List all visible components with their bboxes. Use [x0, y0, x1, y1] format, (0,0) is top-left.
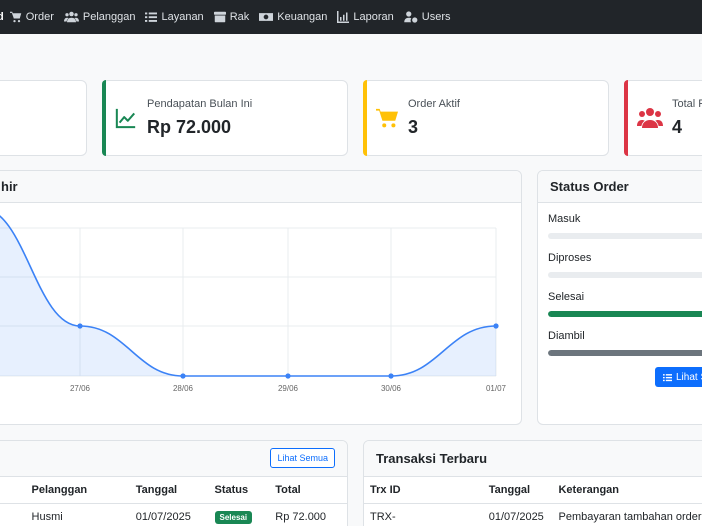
list-icon: [145, 11, 158, 23]
status-label: Diambil: [548, 330, 585, 342]
status-order-panel: Status Order Masuk Diproses Selesai Diambil…: [537, 170, 702, 425]
cell-tanggal: 01/07/2025: [488, 510, 544, 523]
revenue-line-chart: 27/06 28/06 29/06 30/06 01/07: [0, 215, 507, 393]
nav-item-label: Pelanggan: [82, 11, 136, 23]
nav-item-laporan[interactable]: Laporan: [337, 11, 394, 23]
x-tick-label: 01/07: [486, 384, 507, 393]
data-point[interactable]: [180, 373, 186, 379]
status-progress-fill: [548, 311, 702, 317]
button-label: Lihat Se: [676, 371, 702, 383]
col-status: Status: [208, 477, 270, 504]
data-point[interactable]: [388, 373, 394, 379]
stat-card-order-aktif: Order Aktif 3: [363, 80, 609, 156]
status-label: Masuk: [548, 213, 581, 225]
x-tick-label: 29/06: [278, 384, 299, 393]
table-row[interactable]: TRX- 01/07/2025 Pembayaran tambahan orde…: [364, 503, 702, 526]
col-pelanggan: Pelanggan: [25, 477, 130, 504]
cart-icon: [376, 108, 398, 128]
panel-header: hir: [0, 171, 521, 203]
data-point[interactable]: [285, 373, 291, 379]
cell-tanggal: 01/07/2025: [135, 510, 191, 523]
transactions-table: Trx ID Tanggal Keterangan TRX- 01/07/202…: [364, 477, 702, 526]
stat-label: Total P: [672, 98, 702, 110]
nav-item-order[interactable]: Order: [9, 11, 54, 23]
revenue-chart-panel: hir 27/06 28/06 29/06 30/06 01/07: [0, 170, 522, 425]
status-progress: [548, 350, 702, 356]
stat-value: 3: [408, 117, 419, 137]
stat-label: Pendapatan Bulan Ini: [147, 98, 253, 110]
cart-icon: [9, 11, 22, 23]
nav-item-keuangan[interactable]: Keuangan: [259, 11, 327, 23]
col-tanggal: Tanggal: [129, 477, 209, 504]
table-row[interactable]: Husmi 01/07/2025 Selesai Rp 72.000: [0, 503, 347, 526]
lihat-semua-orders-button[interactable]: Lihat Semua: [270, 448, 335, 468]
status-progress: [548, 311, 702, 317]
status-badge: Selesai: [214, 510, 253, 524]
nav-item-label: Order: [25, 11, 54, 23]
nav-item-pelanggan[interactable]: Pelanggan: [63, 11, 136, 23]
nav-item-label: Keuangan: [277, 11, 328, 23]
status-progress: [548, 272, 702, 278]
x-tick-label: 27/06: [70, 384, 91, 393]
nav-item-rak[interactable]: Rak: [213, 11, 250, 23]
stat-value: 4: [672, 117, 683, 137]
area-fill: [0, 216, 496, 376]
status-row-diproses: Diproses: [548, 252, 702, 278]
money-icon: [259, 11, 274, 23]
nav-item-label: Layanan: [161, 11, 204, 23]
orders-table: Pelanggan Tanggal Status Total Husmi 01/…: [0, 477, 347, 526]
data-point[interactable]: [493, 323, 499, 329]
chart-line-icon: [115, 108, 136, 129]
cell-total: Rp 72.000: [275, 510, 327, 523]
col-total: Total: [269, 477, 347, 504]
col-keterangan: Keterangan: [552, 477, 702, 504]
recent-transactions-panel: Transaksi Terbaru Trx ID Tanggal Keteran…: [363, 440, 702, 526]
stat-card-total-order: [0, 80, 87, 156]
nav-item-users[interactable]: Users: [404, 11, 451, 23]
x-tick-label: 30/06: [381, 384, 402, 393]
recent-orders-panel: Lihat Semua Pelanggan Tanggal Status Tot…: [0, 440, 348, 526]
chart-icon: [337, 11, 350, 23]
stat-accent: [624, 80, 628, 156]
lihat-semua-status-button[interactable]: Lihat Se: [655, 367, 702, 387]
stat-accent: [363, 80, 367, 156]
status-row-selesai: Selesai: [548, 291, 702, 317]
cell-trx-id: TRX-: [370, 510, 396, 523]
cell-keterangan: Pembayaran tambahan order #: [558, 510, 702, 523]
stat-label: Order Aktif: [408, 98, 460, 110]
stat-card-pendapatan: Pendapatan Bulan Ini Rp 72.000: [102, 80, 348, 156]
col-tanggal: Tanggal: [482, 477, 553, 504]
x-tick-label: 28/06: [173, 384, 194, 393]
status-row-diambil: Diambil: [548, 330, 702, 356]
chart-title: hir: [1, 179, 18, 194]
status-row-masuk: Masuk: [548, 213, 702, 239]
transactions-title: Transaksi Terbaru: [376, 451, 488, 466]
status-progress: [548, 233, 702, 239]
nav-item-label: Users: [421, 11, 451, 23]
panel-header: Transaksi Terbaru: [364, 441, 702, 477]
data-point[interactable]: [77, 323, 83, 329]
status-progress-fill: [548, 350, 702, 356]
status-order-title: Status Order: [550, 179, 629, 194]
users-icon: [63, 11, 79, 23]
status-label: Diproses: [548, 252, 592, 264]
nav-item-label: Laporan: [353, 11, 394, 23]
user-gear-icon: [404, 11, 418, 23]
nav-item-label: Rak: [229, 11, 250, 23]
archive-icon: [213, 11, 226, 23]
cell-pelanggan: Husmi: [31, 510, 63, 523]
panel-header: Status Order: [538, 171, 702, 203]
stat-accent: [102, 80, 106, 156]
col-trx-id: Trx ID: [364, 477, 483, 504]
stat-value: Rp 72.000: [147, 117, 232, 137]
top-navbar: d Order Pelanggan Layanan Rak Keuangan L…: [0, 0, 702, 34]
list-icon: [663, 373, 672, 381]
status-label: Selesai: [548, 291, 585, 303]
users-icon: [637, 108, 663, 128]
nav-brand[interactable]: d: [0, 11, 4, 23]
nav-item-layanan[interactable]: Layanan: [145, 11, 204, 23]
stat-card-total-pelanggan: Total P 4: [624, 80, 702, 156]
